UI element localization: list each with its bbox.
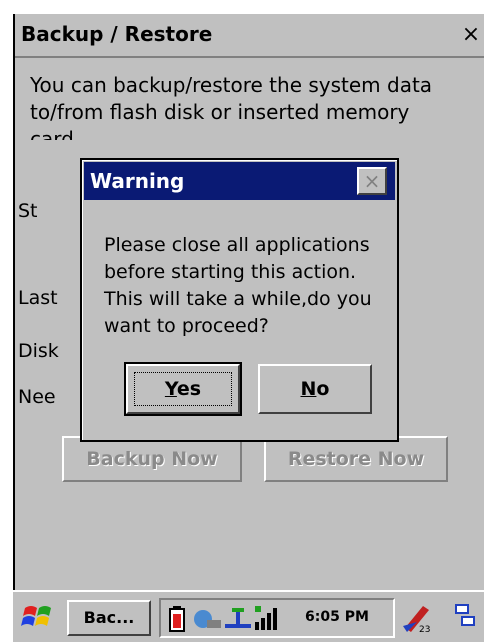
disk-label: Disk bbox=[18, 340, 59, 362]
status-label: St bbox=[18, 200, 38, 222]
no-button[interactable]: No bbox=[258, 364, 372, 414]
svg-text:23: 23 bbox=[419, 625, 430, 634]
battery-icon[interactable] bbox=[169, 606, 185, 636]
needed-label: Nee bbox=[18, 386, 56, 408]
desktop-icon[interactable] bbox=[453, 602, 481, 638]
backup-now-button[interactable]: Backup Now bbox=[62, 436, 242, 482]
restore-now-button[interactable]: Restore Now bbox=[264, 436, 448, 482]
usb-icon[interactable] bbox=[223, 606, 253, 636]
warning-dialog: Warning × Please close all applications … bbox=[80, 158, 399, 442]
close-icon[interactable]: × bbox=[458, 21, 484, 49]
description-text: You can backup/restore the system data t… bbox=[30, 73, 433, 140]
last-backup-label: Last bbox=[18, 287, 58, 309]
dialog-close-icon[interactable]: × bbox=[357, 167, 387, 195]
dialog-message: Please close all applications before sta… bbox=[104, 234, 372, 337]
no-button-label: No bbox=[300, 378, 330, 400]
dialog-titlebar: Warning × bbox=[84, 162, 395, 200]
dialog-title: Warning bbox=[90, 169, 185, 193]
input-panel-icon[interactable]: 23 bbox=[401, 602, 433, 638]
network-icon[interactable] bbox=[193, 606, 223, 636]
taskbar: Bac... 6:05 PM 23 bbox=[13, 590, 484, 642]
yes-button[interactable]: Yes bbox=[124, 362, 242, 416]
window-title: Backup / Restore bbox=[21, 22, 213, 46]
focus-rect bbox=[134, 372, 232, 406]
system-tray: 6:05 PM bbox=[159, 598, 395, 638]
window-titlebar: Backup / Restore × bbox=[15, 14, 484, 58]
clock[interactable]: 6:05 PM bbox=[305, 609, 369, 625]
signal-icon[interactable] bbox=[253, 606, 279, 636]
task-button-backup[interactable]: Bac... bbox=[67, 600, 151, 636]
start-icon[interactable] bbox=[21, 602, 55, 632]
